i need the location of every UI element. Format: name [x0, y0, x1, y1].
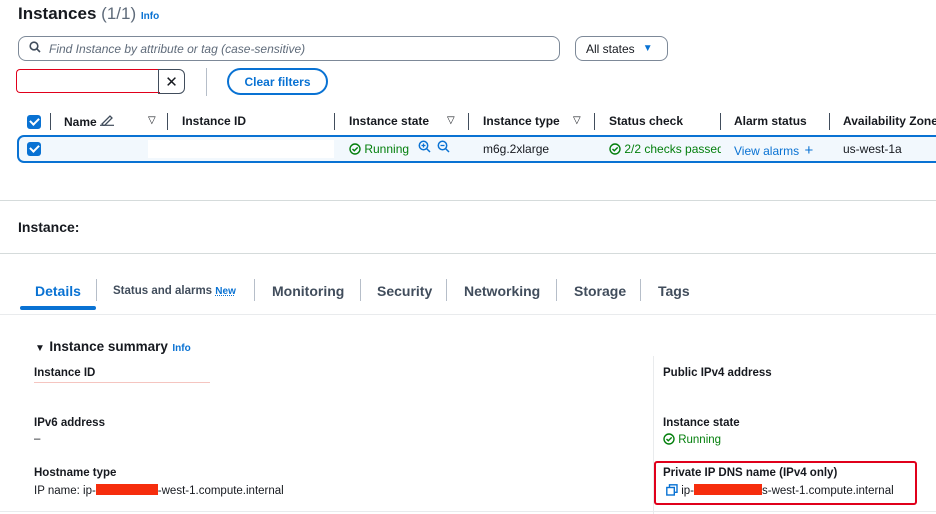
tab-divider: [360, 279, 361, 301]
tab-status-and-alarms-label: Status and alarms: [113, 285, 213, 297]
caret-down-icon: ▼: [642, 43, 653, 54]
filter-icon[interactable]: ▽: [447, 115, 455, 126]
tab-security[interactable]: Security: [377, 283, 432, 299]
redaction: [95, 484, 158, 495]
states-dropdown[interactable]: All states ▼: [575, 36, 668, 61]
clear-filters-button[interactable]: Clear filters: [227, 68, 328, 95]
private-dns-suffix: s-west-1.compute.internal: [761, 485, 894, 497]
column-divider: [829, 113, 830, 130]
check-circle-icon: [663, 433, 678, 446]
instance-state-text: Running: [364, 142, 410, 156]
tabs-divider: [0, 314, 936, 315]
bottom-divider: [0, 511, 936, 512]
availability-zone-cell: us-west-1a: [843, 142, 902, 156]
hostname-type-label: Hostname type: [34, 467, 117, 479]
instance-summary-header[interactable]: ▼ Instance summary Info: [35, 338, 191, 356]
tab-status-and-alarms[interactable]: Status and alarms New: [113, 285, 236, 297]
zoom-in-icon[interactable]: [418, 140, 431, 158]
column-divider: [50, 113, 51, 130]
panel-divider: [0, 253, 936, 254]
info-link[interactable]: Info: [172, 343, 190, 354]
status-check-cell: 2/2 checks passed: [609, 142, 721, 156]
column-divider: [334, 113, 335, 130]
redaction: [693, 484, 762, 495]
column-header-availability-zone[interactable]: Availability Zone: [843, 114, 936, 128]
tab-divider: [96, 279, 97, 301]
column-header-status-check[interactable]: Status check: [609, 114, 683, 128]
private-dns-label: Private IP DNS name (IPv4 only): [663, 467, 838, 479]
page-title: Instances (1/1) Info: [18, 4, 159, 24]
edit-icon[interactable]: [100, 115, 115, 129]
filter-token[interactable]: [16, 69, 160, 93]
filter-icon[interactable]: ▽: [148, 115, 156, 126]
instance-state-value-text: Running: [678, 434, 722, 446]
column-divider: [167, 113, 168, 130]
public-ipv4-label: Public IPv4 address: [663, 367, 772, 379]
column-header-instance-id[interactable]: Instance ID: [182, 114, 246, 128]
instance-type-cell: m6g.2xlarge: [483, 142, 550, 156]
tab-divider: [556, 279, 557, 301]
hostname-type-value: IP name: ip- -west-1.compute.internal: [34, 484, 284, 497]
instance-state-label: Instance state: [663, 417, 740, 429]
row-checkbox[interactable]: [27, 142, 41, 156]
column-header-alarm-status[interactable]: Alarm status: [734, 114, 807, 128]
search-placeholder: Find Instance by attribute or tag (case-…: [49, 41, 306, 56]
instance-id-underline: [34, 382, 210, 383]
ipv6-value: –: [34, 433, 41, 445]
divider: [206, 68, 207, 96]
states-dropdown-label: All states: [586, 41, 635, 56]
tab-selected-indicator: [20, 306, 96, 310]
column-header-instance-state[interactable]: Instance state: [349, 114, 429, 128]
hostname-suffix: -west-1.compute.internal: [157, 485, 284, 497]
check-circle-icon: [349, 142, 364, 156]
instance-summary-title: Instance summary: [49, 339, 168, 354]
column-divider: [594, 113, 595, 130]
view-alarms-link[interactable]: View alarms +: [734, 142, 813, 159]
search-input[interactable]: Find Instance by attribute or tag (case-…: [18, 36, 560, 61]
tab-storage[interactable]: Storage: [574, 283, 626, 299]
page-title-text: Instances: [18, 4, 97, 23]
zoom-out-icon[interactable]: [437, 140, 450, 158]
new-badge: New: [215, 286, 236, 297]
column-divider: [468, 113, 469, 130]
search-icon: [29, 40, 41, 58]
instance-state-value: Running: [663, 433, 721, 446]
private-dns-value: ip-s-west-1.compute.internal: [666, 484, 894, 497]
tab-divider: [640, 279, 641, 301]
filter-icon[interactable]: ▽: [573, 115, 581, 126]
instance-id-label: Instance ID: [34, 367, 96, 379]
panel-title: Instance:: [18, 219, 80, 235]
info-link[interactable]: Info: [141, 11, 159, 22]
instance-name-cell: [148, 140, 334, 158]
instance-state-cell: Running: [349, 142, 409, 156]
tab-divider: [254, 279, 255, 301]
tab-networking[interactable]: Networking: [464, 283, 540, 299]
hostname-prefix: IP name: ip-: [34, 485, 96, 497]
ipv6-label: IPv6 address: [34, 417, 105, 429]
select-all-checkbox[interactable]: [27, 115, 41, 129]
column-divider: [720, 113, 721, 130]
view-alarms-text: View alarms: [734, 144, 800, 158]
instance-count: (1/1): [101, 4, 137, 23]
copy-icon[interactable]: [666, 484, 681, 497]
status-check-text: 2/2 checks passed: [624, 142, 721, 156]
tab-divider: [446, 279, 447, 301]
tab-tags[interactable]: Tags: [658, 283, 690, 299]
column-header-name[interactable]: Name: [64, 114, 115, 129]
panel-divider: [0, 200, 936, 201]
check-circle-icon: [609, 142, 624, 156]
caret-down-icon: ▼: [35, 343, 45, 354]
column-header-instance-type[interactable]: Instance type: [483, 114, 560, 128]
plus-icon[interactable]: +: [804, 142, 813, 159]
column-header-name-label: Name: [64, 115, 97, 129]
tab-details[interactable]: Details: [35, 283, 81, 299]
private-dns-prefix: ip-: [681, 485, 694, 497]
close-icon[interactable]: ✕: [158, 69, 185, 94]
tab-monitoring[interactable]: Monitoring: [272, 283, 344, 299]
